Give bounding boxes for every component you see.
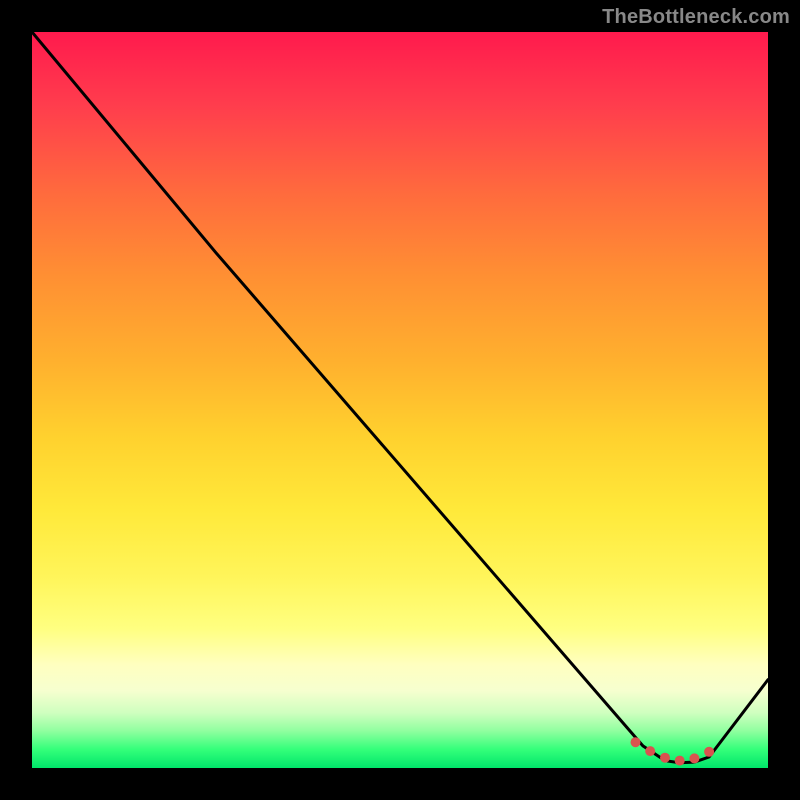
marker-dot xyxy=(631,737,641,747)
value-curve xyxy=(32,32,768,768)
marker-dots xyxy=(32,32,768,768)
marker-dot xyxy=(689,753,699,763)
marker-dot xyxy=(660,753,670,763)
watermark-text: TheBottleneck.com xyxy=(602,6,790,29)
plot-area xyxy=(32,32,768,768)
marker-dot xyxy=(675,756,685,766)
marker-dot xyxy=(704,747,714,757)
marker-dot xyxy=(645,746,655,756)
chart-stage: TheBottleneck.com xyxy=(0,0,800,800)
